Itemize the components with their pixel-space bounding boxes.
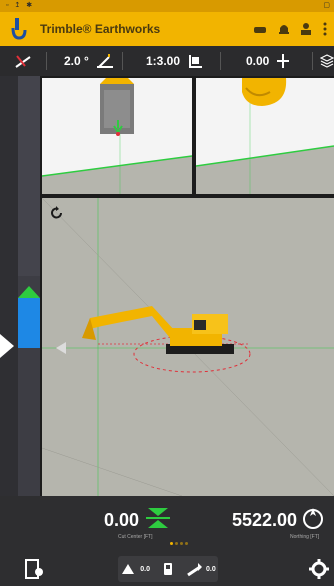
cross-section-view[interactable] [196,78,334,194]
lightbar-ongrade-arrow [18,286,40,298]
bucket-tip-button[interactable]: 0.0 [186,561,216,577]
exit-button[interactable] [22,556,48,582]
toolbar-divider [46,52,47,70]
exit-door-icon [25,559,43,579]
elevation-lightbar [0,76,40,496]
guidance-toolbar: 2.0 ° 1:3.00 0.00 [0,46,334,76]
machine-settings-button[interactable] [306,556,332,582]
quick-actions-bar: 0.0 0.0 [118,556,218,582]
lightbar-above-segment [18,76,40,276]
app-bar: Trimble® Earthworks [0,12,334,46]
toolbar-divider [122,52,123,70]
layers-icon [320,54,334,68]
page-indicator-dot [185,542,188,545]
system-status-bar: ▫ ↥ ✱ ▢ [0,0,334,12]
ratio-readout[interactable]: 1:3.00 [146,46,204,76]
page-indicator-dot [170,542,173,545]
overflow-menu-icon[interactable] [320,22,330,36]
views-area [40,76,334,496]
cut-label: Cut Center [FT] [118,534,153,540]
machine-offset-icon [122,564,135,574]
slope-machine-icon [15,55,31,68]
current-position-pointer-icon [0,334,14,358]
gear-icon [309,559,329,579]
status-right-icons: ▢ [323,2,330,9]
bottom-panel: 0.00 Cut Center [FT] 5522.00 Northing [F… [0,496,334,586]
ratio-value: 1:3.00 [146,54,181,68]
plan-view-graphic [42,198,334,496]
slope-readout[interactable]: 2.0 ° [64,46,115,76]
app-title: Trimble® Earthworks [40,22,161,36]
northing-label: Northing [FT] [290,534,320,540]
toolbar-divider [220,52,221,70]
offset-readout[interactable]: 0.00 [246,46,291,76]
cross-slope-toggle[interactable] [14,46,32,76]
status-icons: ▫ ↥ ✱ [6,2,35,9]
operator-icon[interactable] [298,22,314,36]
offset-mode-value: 0.0 [140,565,150,573]
slope-angle-icon [96,54,113,68]
profile-view[interactable] [42,78,192,194]
vertical-offset-icon [277,54,290,68]
bucket-slope-icon [189,55,203,68]
trimble-logo-icon [11,18,27,40]
layers-button[interactable] [320,46,334,76]
toolbar-divider [312,52,313,70]
on-grade-indicator-icon [146,508,170,528]
page-indicator-dot [175,542,178,545]
lightbar-fill-segment [18,298,40,348]
northing-value: 5522.00 [232,510,298,530]
page-indicator-dot [180,542,183,545]
bucket-tip-icon [187,563,202,577]
offset-mode-button[interactable]: 0.0 [120,562,150,576]
compass-icon [303,508,323,529]
cross-section-graphic [196,78,334,194]
machine-icon[interactable] [252,22,268,36]
bucket-tip-value: 0.0 [206,565,216,573]
rotate-view-icon[interactable] [50,206,64,220]
plan-view[interactable] [42,198,334,496]
slope-value: 2.0 ° [64,54,89,68]
offset-value: 0.00 [246,54,270,68]
machine-top-icon[interactable] [162,561,174,577]
cut-value: 0.00 [104,510,140,530]
profile-view-graphic [42,78,192,194]
notification-bell-icon[interactable] [276,22,292,36]
